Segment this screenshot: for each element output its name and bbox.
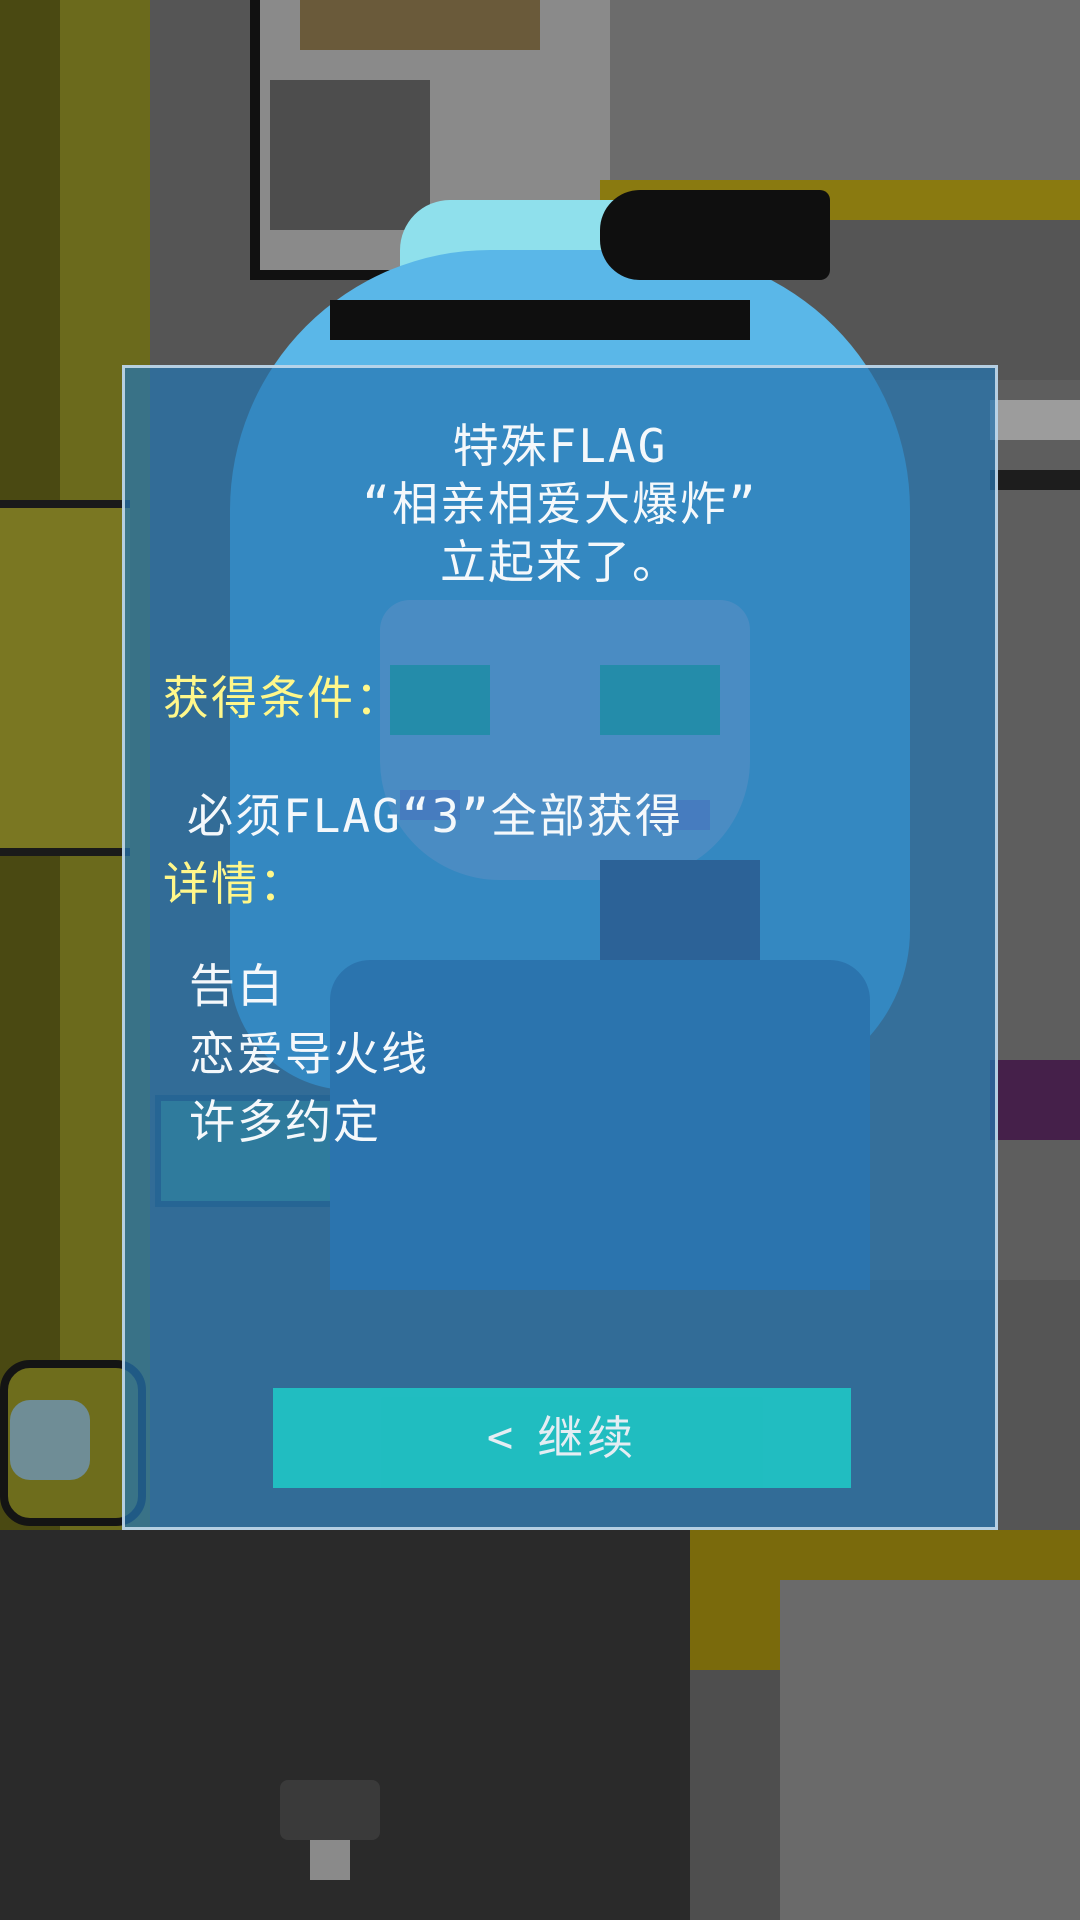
dialog-title-line-1: 特殊FLAG [452, 419, 668, 473]
chevron-left-icon: < [486, 1412, 514, 1463]
condition-label: 获得条件： [163, 671, 403, 725]
condition-text: 必须FLAG“3”全部获得 [187, 789, 683, 843]
character-headband [330, 300, 750, 340]
background-panel [0, 500, 130, 856]
details-label: 详情： [163, 857, 307, 911]
background-box-inner [300, 0, 540, 50]
dialog-title-line-2: “相亲相爱大爆炸” [362, 477, 758, 531]
background-box-shadow [270, 80, 430, 230]
background-shelf [990, 400, 1080, 440]
background-shelf-edge [990, 470, 1080, 490]
background-object [990, 1060, 1080, 1140]
background-gear-center [10, 1400, 90, 1480]
flag-dialog: 特殊FLAG “相亲相爱大爆炸” 立起来了。 获得条件： 必须FLAG“3”全部… [122, 365, 998, 1530]
details-item: 恋爱导火线 [189, 1027, 429, 1081]
game-screen: 特殊FLAG “相亲相爱大爆炸” 立起来了。 获得条件： 必须FLAG“3”全部… [0, 0, 1080, 1920]
character-bow [600, 190, 830, 280]
background-floor-grey [780, 1580, 1080, 1920]
continue-label: 继续 [537, 1411, 638, 1465]
continue-button[interactable]: < 继续 [273, 1388, 851, 1488]
background-floor-object [280, 1780, 380, 1840]
background-ceiling [610, 0, 1080, 190]
dialog-title-line-3: 立起来了。 [440, 535, 680, 589]
details-item: 告白 [189, 959, 285, 1013]
background-floor-strip [690, 1670, 780, 1920]
background-floor-light [310, 1840, 350, 1880]
details-item: 许多约定 [189, 1095, 381, 1149]
